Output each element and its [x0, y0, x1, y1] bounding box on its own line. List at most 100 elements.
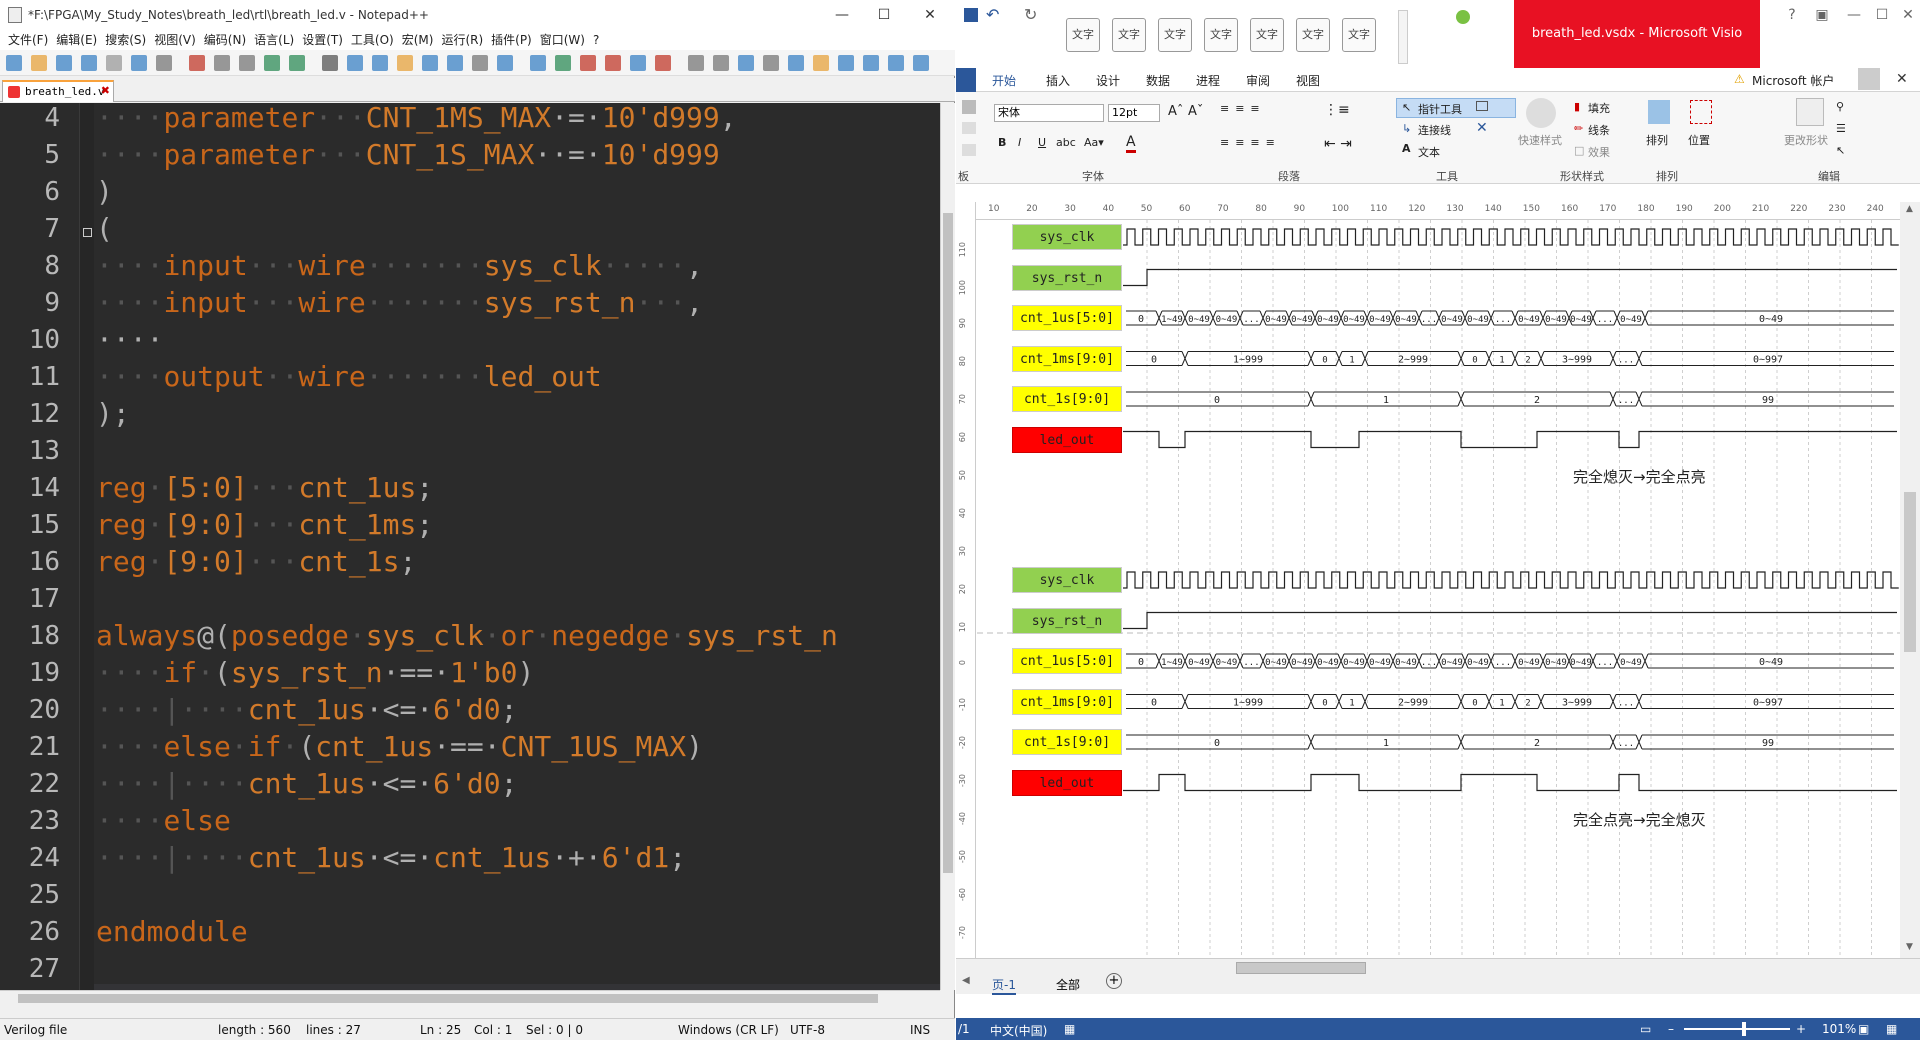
quick-style-item[interactable]: 文字 — [1250, 18, 1284, 52]
menu-item[interactable]: 搜索(S) — [105, 30, 146, 50]
change-case-icon[interactable]: Aa▾ — [1084, 136, 1104, 149]
play-multi-icon[interactable] — [763, 55, 779, 71]
find-icon[interactable] — [322, 55, 338, 71]
all-chars-icon[interactable] — [497, 55, 513, 71]
maximize-button[interactable]: ☐ — [864, 4, 904, 26]
position-icon[interactable] — [1690, 100, 1712, 124]
gallery-scroll[interactable] — [1398, 10, 1408, 64]
quick-style-item[interactable]: 文字 — [1112, 18, 1146, 52]
folder-icon[interactable] — [630, 55, 646, 71]
quick-styles-icon[interactable] — [1526, 98, 1556, 128]
find-icon[interactable]: ⚲ — [1836, 100, 1844, 113]
replace-icon[interactable] — [347, 55, 363, 71]
bold-icon[interactable]: B — [998, 136, 1006, 149]
panel2-icon[interactable] — [838, 55, 854, 71]
effects-label[interactable]: 效果 — [1588, 144, 1610, 160]
signal-label[interactable]: sys_clk — [1012, 224, 1122, 250]
save-all-icon[interactable] — [81, 55, 97, 71]
underline-icon[interactable]: U — [1038, 136, 1046, 149]
signal-label[interactable]: led_out — [1012, 426, 1122, 453]
editor-horizontal-scrollbar[interactable] — [0, 990, 940, 1006]
menu-item[interactable]: 宏(M) — [402, 30, 434, 50]
fold-toggle-icon[interactable] — [83, 228, 92, 237]
quick-style-item[interactable]: 文字 — [1158, 18, 1192, 52]
menu-item[interactable]: 插件(P) — [491, 30, 532, 50]
minimize-button[interactable]: — — [822, 4, 862, 26]
scroll-thumb[interactable] — [943, 213, 953, 873]
close-icon[interactable] — [106, 55, 122, 71]
quick-style-item[interactable]: 文字 — [1296, 18, 1330, 52]
switch-window-icon[interactable]: ▦ — [1886, 1022, 1897, 1036]
close-ribbon-icon[interactable]: ✕ — [1896, 71, 1908, 87]
position-label[interactable]: 位置 — [1688, 132, 1710, 148]
record-icon[interactable] — [688, 55, 704, 71]
signal-label[interactable]: cnt_1s[9:0] — [1012, 729, 1122, 755]
redo-icon[interactable]: ↻ — [1024, 5, 1037, 24]
layers-icon[interactable]: ☰ — [1836, 122, 1846, 135]
canvas-vertical-scrollbar[interactable]: ▲ ▼ — [1900, 202, 1920, 958]
signal-label[interactable]: cnt_1s[9:0] — [1012, 386, 1122, 412]
signal-label[interactable]: cnt_1ms[9:0] — [1012, 688, 1122, 715]
all-pages-button[interactable]: 全部 — [1056, 976, 1080, 993]
ribbon-tab[interactable]: 进程 — [1196, 72, 1220, 89]
monitor-icon[interactable] — [655, 55, 671, 71]
scroll-thumb[interactable] — [1904, 492, 1916, 652]
copy-icon[interactable] — [214, 55, 230, 71]
align-buttons[interactable]: ≡≡≡ — [1220, 102, 1320, 120]
connector-tool-label[interactable]: 连接线 — [1418, 122, 1451, 138]
grow-font-icon[interactable]: Aˆ — [1168, 104, 1183, 119]
redo-icon[interactable] — [289, 55, 305, 71]
ribbon-tab[interactable]: 开始 — [992, 72, 1016, 89]
play-icon[interactable] — [738, 55, 754, 71]
wrap-icon[interactable] — [472, 55, 488, 71]
scroll-thumb[interactable] — [18, 994, 878, 1003]
menu-item[interactable]: 语言(L) — [254, 30, 294, 50]
page-prev-icon[interactable]: ◀ — [962, 975, 970, 986]
select-icon[interactable]: ↖ — [1836, 144, 1845, 157]
change-shape-label[interactable]: 更改形状 — [1784, 132, 1828, 148]
scroll-down-icon[interactable]: ▼ — [1906, 942, 1913, 952]
bullets-icon[interactable]: ⋮≡ — [1324, 102, 1350, 118]
strikethrough-icon[interactable]: abc — [1056, 136, 1076, 149]
signal-label[interactable]: cnt_1us[5:0] — [1012, 648, 1122, 674]
sync-h-icon[interactable] — [447, 55, 463, 71]
menu-item[interactable]: 编辑(E) — [56, 30, 97, 50]
add-page-icon[interactable]: + — [1106, 973, 1122, 989]
fill-label[interactable]: 填充 — [1588, 100, 1610, 116]
ribbon-tab[interactable]: 设计 — [1096, 72, 1120, 89]
zoom-in-icon[interactable]: + — [1796, 1022, 1806, 1036]
italic-icon[interactable]: I — [1018, 136, 1021, 149]
fit-page-icon[interactable]: ▣ — [1858, 1022, 1869, 1036]
justify-buttons[interactable]: ≡≡≡≡ — [1220, 136, 1320, 149]
panel1-icon[interactable] — [813, 55, 829, 71]
sync-v-icon[interactable] — [422, 55, 438, 71]
signal-label[interactable]: cnt_1ms[9:0] — [1012, 345, 1122, 372]
quick-style-item[interactable]: 文字 — [1342, 18, 1376, 52]
quick-style-item[interactable]: 文字 — [1066, 18, 1100, 52]
macro-icon[interactable]: ▦ — [1064, 1022, 1075, 1036]
zoom-in-icon[interactable] — [372, 55, 388, 71]
menu-item[interactable]: 窗口(W) — [540, 30, 585, 50]
ribbon-tab[interactable]: 插入 — [1046, 72, 1070, 89]
menu-item[interactable]: 编码(N) — [204, 30, 246, 50]
close-tab-icon[interactable]: ✖ — [101, 84, 110, 97]
text-tool-label[interactable]: 文本 — [1418, 144, 1440, 160]
signal-label[interactable]: sys_clk — [1012, 567, 1122, 593]
page-tab[interactable]: 页-1 — [992, 976, 1016, 995]
menu-item[interactable]: 工具(O) — [351, 30, 394, 50]
menu-item[interactable]: 文件(F) — [8, 30, 48, 50]
indent-guide-icon[interactable] — [530, 55, 546, 71]
copy-icon[interactable] — [962, 122, 976, 134]
zoom-slider-thumb[interactable] — [1742, 1022, 1746, 1036]
arrange-icon[interactable] — [1648, 100, 1670, 124]
font-name-select[interactable]: 宋体 — [994, 104, 1104, 122]
signal-label[interactable]: sys_rst_n — [1012, 607, 1122, 634]
drawing-canvas[interactable]: 0 1~49 0~49 0~49... 0~49 0~49 0~49 0~49 0~49 0~49… — [977, 220, 1900, 958]
function-list-icon[interactable] — [605, 55, 621, 71]
rectangle-icon[interactable] — [1476, 101, 1488, 111]
scroll-up-icon[interactable]: ▲ — [1906, 204, 1913, 214]
close-button[interactable]: ✕ — [910, 4, 950, 26]
menu-item[interactable]: 运行(R) — [441, 30, 483, 50]
change-shape-icon[interactable] — [1796, 98, 1824, 126]
save-icon[interactable] — [56, 55, 72, 71]
